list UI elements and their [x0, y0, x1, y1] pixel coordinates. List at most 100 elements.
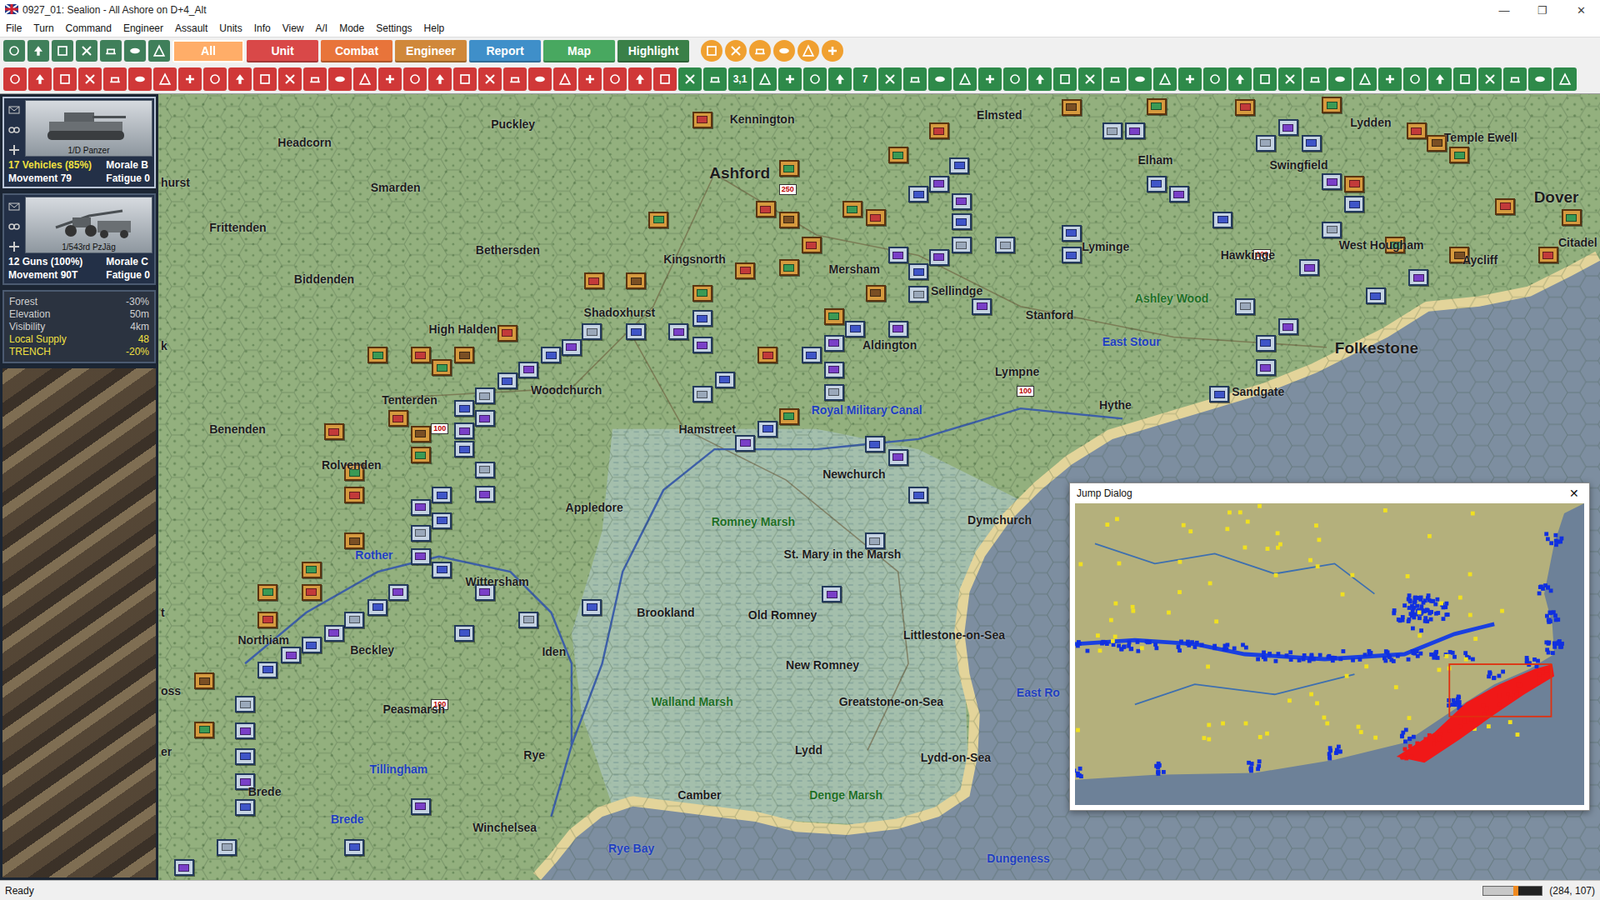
unit-counter[interactable]: [888, 320, 909, 338]
arrow-up-icon[interactable]: [28, 67, 52, 91]
unit-counter[interactable]: [1102, 122, 1123, 140]
triangle-icon[interactable]: [753, 67, 777, 91]
unit-counter[interactable]: [929, 175, 950, 193]
unit-counter[interactable]: [692, 336, 713, 354]
unit-counter[interactable]: [888, 246, 909, 264]
unit-counter[interactable]: [757, 346, 778, 364]
triangle-icon[interactable]: [953, 67, 977, 91]
unit-counter[interactable]: [1321, 173, 1342, 190]
unit-counter[interactable]: [824, 384, 845, 401]
unit-counter[interactable]: [865, 209, 886, 226]
unit-counter[interactable]: [257, 584, 278, 601]
unit-counter[interactable]: [888, 146, 909, 164]
unit-counter[interactable]: [1406, 122, 1427, 140]
cross-icon[interactable]: [1078, 67, 1102, 91]
unit-counter[interactable]: [454, 625, 475, 642]
square-icon[interactable]: [1053, 67, 1077, 91]
unit-counter[interactable]: [1449, 146, 1470, 164]
circle-icon[interactable]: [203, 67, 227, 91]
unit-counter[interactable]: [779, 408, 800, 425]
triangle-icon[interactable]: [153, 67, 177, 91]
unit-counter[interactable]: [301, 584, 322, 601]
unit-counter[interactable]: [475, 485, 495, 503]
triangle-icon[interactable]: [797, 40, 820, 62]
unit-counter[interactable]: [324, 423, 345, 440]
unit-counter[interactable]: [1169, 185, 1190, 203]
arrow-up-icon[interactable]: [628, 67, 652, 91]
cross-icon[interactable]: [725, 40, 747, 62]
menu-item[interactable]: Settings: [370, 20, 418, 36]
unit-counter[interactable]: [1344, 175, 1365, 193]
restore-button[interactable]: ❐: [1523, 4, 1562, 17]
unit-counter[interactable]: [388, 584, 409, 601]
unit-counter[interactable]: [1426, 135, 1447, 152]
unit-counter[interactable]: [692, 310, 713, 327]
arrow-up-icon[interactable]: [1428, 67, 1452, 91]
unit-counter[interactable]: [518, 361, 539, 379]
unit-counter[interactable]: [1125, 122, 1145, 140]
eye-icon[interactable]: [773, 40, 795, 62]
eye-icon[interactable]: [1128, 67, 1152, 91]
toolbar-button[interactable]: 3,1: [728, 67, 752, 91]
arrow-up-icon[interactable]: [1028, 67, 1052, 91]
unit-card[interactable]: 1/543rd PzJäg12 Guns (100%)Morale CMovem…: [2, 193, 156, 285]
plus-icon[interactable]: [378, 67, 402, 91]
square-icon[interactable]: [453, 67, 477, 91]
unit-counter[interactable]: [692, 111, 713, 129]
plus-icon[interactable]: [1378, 67, 1402, 91]
minimap[interactable]: [1070, 503, 1590, 810]
unit-counter[interactable]: [801, 346, 822, 364]
eye-icon[interactable]: [124, 40, 146, 62]
mode-tab[interactable]: Map: [543, 40, 615, 63]
table-icon[interactable]: [903, 67, 927, 91]
unit-counter[interactable]: [625, 272, 646, 290]
unit-counter[interactable]: [1235, 298, 1255, 315]
unit-counter[interactable]: [410, 425, 431, 443]
unit-counter[interactable]: [431, 359, 452, 376]
plus-icon[interactable]: [7, 143, 21, 160]
unit-counter[interactable]: [845, 320, 865, 338]
menu-item[interactable]: Mode: [333, 20, 370, 36]
unit-counter[interactable]: [908, 285, 929, 303]
plus-icon[interactable]: [978, 67, 1002, 91]
unit-counter[interactable]: [454, 422, 475, 440]
table-icon[interactable]: [1303, 67, 1327, 91]
eye-icon[interactable]: [1328, 67, 1352, 91]
unit-counter[interactable]: [454, 400, 475, 417]
cross-icon[interactable]: [678, 67, 702, 91]
plus-icon[interactable]: [7, 240, 21, 257]
square-icon[interactable]: [53, 67, 77, 91]
close-button[interactable]: ✕: [1564, 486, 1585, 500]
unit-counter[interactable]: [1278, 119, 1299, 136]
unit-counter[interactable]: [410, 346, 431, 364]
glasses-icon[interactable]: [7, 123, 21, 140]
menu-item[interactable]: Engineer: [117, 20, 170, 36]
table-icon[interactable]: [303, 67, 327, 91]
circle-icon[interactable]: [803, 67, 827, 91]
table-icon[interactable]: [503, 67, 527, 91]
unit-counter[interactable]: [344, 532, 365, 550]
unit-counter[interactable]: [1235, 99, 1255, 116]
unit-counter[interactable]: [971, 298, 992, 315]
unit-counter[interactable]: [1365, 287, 1386, 305]
unit-counter[interactable]: [949, 157, 970, 175]
unit-counter[interactable]: [497, 372, 518, 390]
unit-counter[interactable]: [194, 672, 215, 690]
unit-counter[interactable]: [1255, 135, 1276, 152]
cross-icon[interactable]: [75, 40, 98, 62]
unit-counter[interactable]: [410, 525, 431, 542]
unit-counter[interactable]: [410, 798, 431, 815]
table-icon[interactable]: [703, 67, 727, 91]
unit-counter[interactable]: [1146, 98, 1167, 115]
unit-counter[interactable]: [1209, 385, 1230, 403]
unit-counter[interactable]: [235, 722, 255, 740]
menu-item[interactable]: Info: [248, 20, 277, 36]
arrow-up-icon[interactable]: [1228, 67, 1252, 91]
unit-counter[interactable]: [648, 211, 669, 229]
unit-counter[interactable]: [755, 200, 776, 218]
unit-counter[interactable]: [735, 435, 755, 452]
unit-counter[interactable]: [410, 446, 431, 464]
unit-counter[interactable]: [216, 839, 237, 856]
menu-item[interactable]: Command: [60, 20, 118, 36]
toolbar-button[interactable]: 7: [853, 67, 877, 91]
